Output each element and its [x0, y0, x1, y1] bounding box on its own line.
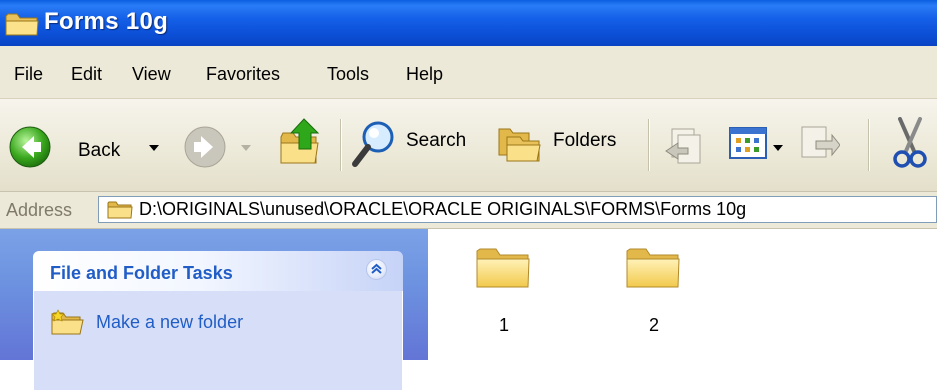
task-pane: File and Folder Tasks Make a new folder	[0, 229, 428, 391]
task-group-header[interactable]: File and Folder Tasks	[33, 251, 403, 291]
back-button[interactable]: Back	[6, 109, 166, 181]
folders-label: Folders	[553, 130, 617, 151]
task-link-label: Make a new folder	[96, 312, 244, 332]
file-view: 1 2	[428, 229, 937, 360]
menu-favorites[interactable]: Favorites	[206, 64, 280, 85]
views-icon	[729, 127, 767, 159]
address-bar: Address D:\ORIGINALS\unused\ORACLE\ORACL…	[0, 192, 937, 229]
address-path: D:\ORIGINALS\unused\ORACLE\ORACLE ORIGIN…	[139, 199, 747, 219]
file-item-2[interactable]: 2	[614, 229, 694, 349]
folders-button[interactable]: Folders	[497, 111, 635, 181]
folder-icon	[5, 13, 39, 36]
file-and-folder-tasks-group: File and Folder Tasks Make a new folder	[33, 251, 403, 391]
file-name: 1	[498, 315, 509, 335]
dropdown-arrow-icon[interactable]	[148, 144, 160, 152]
address-label: Address	[6, 200, 73, 220]
dropdown-arrow-icon[interactable]	[772, 144, 784, 152]
back-label: Back	[78, 140, 121, 161]
task-group-title: File and Folder Tasks	[50, 263, 233, 283]
copy-to-icon[interactable]	[796, 123, 840, 167]
up-folder-icon[interactable]	[278, 115, 324, 167]
forward-icon[interactable]	[183, 125, 227, 169]
search-icon	[352, 121, 394, 167]
file-name: 2	[648, 315, 659, 335]
dropdown-arrow-icon	[241, 145, 251, 151]
collapse-button[interactable]	[366, 259, 387, 280]
file-item-1[interactable]: 1	[464, 229, 544, 349]
make-new-folder-link[interactable]: Make a new folder	[46, 308, 286, 335]
menu-bar: File Edit View Favorites Tools Help	[0, 46, 937, 99]
chevron-up-icon	[371, 263, 382, 274]
menu-help[interactable]: Help	[406, 64, 443, 85]
task-group-body: Make a new folder	[33, 291, 403, 391]
search-button[interactable]: Search	[350, 111, 480, 181]
title-bar[interactable]: Forms 10g	[0, 0, 937, 46]
menu-edit[interactable]: Edit	[71, 64, 102, 85]
address-input[interactable]: D:\ORIGINALS\unused\ORACLE\ORACLE ORIGIN…	[98, 196, 937, 223]
folder-icon	[476, 248, 530, 288]
folder-icon	[626, 248, 680, 288]
folders-icon	[498, 128, 541, 162]
folder-icon	[107, 201, 133, 219]
menu-tools[interactable]: Tools	[327, 64, 369, 85]
window-title: Forms 10g	[44, 8, 169, 35]
menu-file[interactable]: File	[14, 64, 43, 85]
menu-view[interactable]: View	[132, 64, 171, 85]
new-folder-icon	[51, 309, 84, 335]
cut-icon[interactable]	[890, 117, 930, 171]
search-label: Search	[406, 130, 467, 151]
move-to-icon[interactable]	[664, 125, 708, 165]
toolbar: Back Search Folders	[0, 99, 937, 192]
back-icon	[9, 126, 51, 168]
